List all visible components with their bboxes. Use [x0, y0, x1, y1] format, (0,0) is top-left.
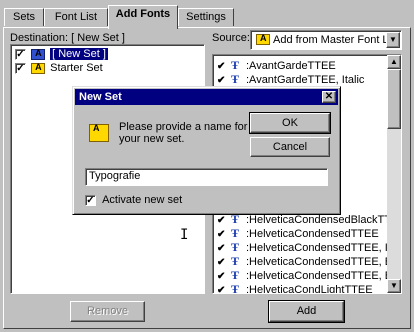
add-button[interactable]: Add: [268, 300, 345, 323]
chevron-down-icon[interactable]: ▼: [386, 32, 400, 48]
destination-item-new-set[interactable]: ✓ [ New Set ]: [15, 48, 108, 61]
destination-label: Destination: [ New Set ]: [10, 32, 125, 44]
font-list-item[interactable]: ✔ Ŧ :HelveticaCondensedTTEE: [215, 226, 379, 240]
font-set-icon: [89, 123, 109, 142]
font-list-item[interactable]: ✔ Ŧ :HelveticaCondLightTTEE: [215, 282, 373, 294]
font-name: :AvantGardeTTEE, Italic: [246, 74, 365, 86]
check-mark-icon: ✔: [217, 271, 226, 282]
activate-new-set-label: Activate new set: [102, 194, 183, 206]
dialog-title: New Set: [79, 91, 122, 103]
destination-item-starter-set[interactable]: ✓ Starter Set: [15, 62, 103, 75]
tab-settings[interactable]: Settings: [178, 8, 234, 26]
truetype-font-icon: Ŧ: [231, 268, 240, 282]
font-name: :HelveticaCondensedBlackTTEE, Italic: [246, 214, 402, 226]
destination-item-checkbox[interactable]: ✓: [15, 48, 26, 60]
font-set-icon: [31, 62, 46, 74]
dialog-prompt-line2: your new set.: [119, 133, 185, 145]
font-name: :AvantGardeTTEE: [246, 60, 336, 72]
text-cursor-icon: I: [180, 227, 189, 243]
tab-sets[interactable]: Sets: [4, 8, 44, 26]
scroll-thumb[interactable]: [387, 69, 401, 129]
truetype-font-icon: Ŧ: [231, 72, 240, 86]
check-mark-icon: ✔: [217, 257, 226, 268]
remove-button[interactable]: Remove: [70, 301, 145, 322]
check-mark-icon: ✔: [217, 243, 226, 254]
font-set-icon: [256, 33, 270, 45]
dialog-titlebar[interactable]: New Set ✕: [75, 89, 338, 105]
truetype-font-icon: Ŧ: [231, 282, 240, 294]
font-name: :HelveticaCondensedTTEE, Bold: [246, 270, 402, 282]
font-list-item[interactable]: ✔ Ŧ :HelveticaCondensedTTEE, Bold: [215, 254, 402, 268]
cancel-button[interactable]: Cancel: [250, 137, 330, 157]
tab-add-fonts[interactable]: Add Fonts: [108, 5, 178, 29]
source-dropdown-value: Add from Master Font List: [273, 34, 400, 46]
check-mark-icon: ✔: [217, 285, 226, 294]
check-mark-icon: ✔: [217, 229, 226, 240]
truetype-font-icon: Ŧ: [231, 254, 240, 268]
check-mark-icon: ✔: [217, 215, 226, 226]
truetype-font-icon: Ŧ: [231, 240, 240, 254]
font-name: :HelveticaCondensedTTEE: [246, 228, 379, 240]
scroll-up-icon[interactable]: ▲: [387, 55, 401, 69]
close-icon[interactable]: ✕: [322, 91, 336, 103]
font-set-icon: [31, 48, 46, 60]
set-name-input[interactable]: Typografie: [85, 168, 328, 186]
font-list-item[interactable]: ✔ Ŧ :HelveticaCondensedTTEE, Bold: [215, 268, 402, 282]
font-list-item[interactable]: ✔ Ŧ :AvantGardeTTEE, Italic: [215, 72, 365, 86]
tab-strip: Sets Font List Add Fonts Settings: [0, 0, 414, 29]
scroll-down-icon[interactable]: ▼: [387, 279, 401, 293]
truetype-font-icon: Ŧ: [231, 226, 240, 240]
font-name: :HelveticaCondensedTTEE, Bold: [246, 256, 402, 268]
font-list-item[interactable]: ✔ Ŧ :AvantGardeTTEE: [215, 58, 336, 72]
activate-new-set-option[interactable]: ✓ Activate new set: [85, 194, 182, 207]
destination-item-label: Starter Set: [50, 62, 103, 74]
source-label: Source:: [212, 32, 250, 44]
tab-font-list[interactable]: Font List: [44, 8, 108, 26]
activate-new-set-checkbox[interactable]: ✓: [85, 194, 96, 206]
check-mark-icon: ✔: [217, 75, 226, 86]
destination-item-checkbox[interactable]: ✓: [15, 62, 26, 74]
check-mark-icon: ✔: [217, 61, 226, 72]
font-list-item[interactable]: ✔ Ŧ :HelveticaCondensedTTEE, Italic: [215, 240, 402, 254]
destination-item-label: [ New Set ]: [50, 48, 108, 60]
dialog-prompt-line1: Please provide a name for: [119, 121, 248, 133]
source-scrollbar[interactable]: ▲ ▼: [387, 55, 401, 293]
source-dropdown[interactable]: Add from Master Font List ▼: [250, 30, 402, 50]
truetype-font-icon: Ŧ: [231, 58, 240, 72]
font-name: :HelveticaCondensedTTEE, Italic: [246, 242, 402, 254]
new-set-dialog: New Set ✕ Please provide a name for your…: [72, 86, 341, 215]
font-name: :HelveticaCondLightTTEE: [246, 284, 373, 294]
ok-button[interactable]: OK: [249, 112, 331, 134]
